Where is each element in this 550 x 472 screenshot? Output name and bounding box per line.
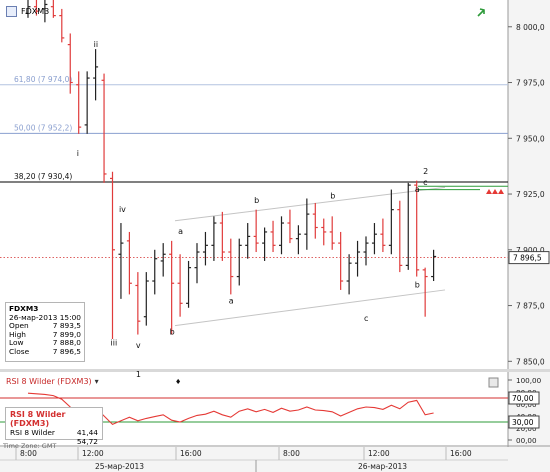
rsi-legend-value-prev: 54,72 [76,437,98,446]
rsi-legend-panel: RSI 8 Wilder (FDXM3) RSI 8 Wilder 41,44 … [5,407,103,446]
chart-background [0,0,550,472]
rsi-legend-row: RSI 8 Wilder 41,44 [10,428,98,437]
time-tick-label: 12:00 [82,449,104,458]
rsi-tick-label: 00,00 [516,436,537,445]
price-tick-label: 7 950,0 [516,134,545,143]
symbol-checkbox[interactable] [6,5,17,17]
panel-separator [0,369,550,372]
wave-label: i [77,149,79,158]
rsi-legend-value-current: 41,44 [76,428,98,437]
rsi-tick-label: 100,00 [516,376,542,385]
date-label: 25-мар-2013 [95,462,144,471]
fib-level-label: 38,20 (7 930,4) [14,172,72,181]
symbol-title: FDXM3 [21,6,50,16]
fib-level-label: 61,80 (7 974,0) [14,75,72,84]
price-tick-label: 7 875,0 [516,302,545,311]
rsi-legend-label: RSI 8 Wilder [10,428,55,437]
wave-label: 2 [423,167,428,176]
wave-label: iii [111,339,118,348]
wave-label: b [170,328,175,337]
wave-label: v [136,341,141,350]
wave-label: 1 [136,370,141,379]
wave-label: a [415,185,420,194]
price-tick-label: 7 925,0 [516,190,545,199]
chart-canvas[interactable]: 8 000,07 975,07 950,07 925,07 900,07 875… [0,0,550,472]
ohlc-row-close: Close 7 896,5 [9,346,81,356]
fib-level-label: 50,00 (7 952,2) [14,123,72,132]
rsi-panel-header[interactable]: RSI 8 Wilder (FDXM3) ▾ [6,377,99,386]
rsi-level-label: 30,00 [512,418,534,427]
price-tick-label: 8 000,0 [516,23,545,32]
wave-label: b [254,196,259,205]
date-label: 26-мар-2013 [358,462,407,471]
wave-label: a [178,227,183,236]
wave-label: b [330,191,335,200]
chart-window: 8 000,0 7 975,0 7 950,0 7 925,0 7 900,0 7 875… [0,0,550,472]
rsi-level-label: 70,00 [512,394,534,403]
price-tick-label: 7 975,0 [516,79,545,88]
rsi-settings-icon [488,377,499,388]
chevron-down-icon[interactable]: ▾ [95,377,99,386]
rsi-marker-icon: ♦ [175,378,181,386]
wave-label: iv [119,205,126,214]
rsi-legend-title: RSI 8 Wilder (FDXM3) [10,410,66,428]
wave-label: c [423,178,427,187]
time-tick-label: 12:00 [368,449,390,458]
time-tick-label: 16:00 [180,449,202,458]
time-tick-label: 16:00 [450,449,472,458]
current-price-value: 7 896,5 [513,254,542,263]
time-tick-label: 8:00 [283,449,300,458]
wave-label: ii [94,40,98,49]
wave-label: b [415,281,420,290]
time-zone-label: Time Zone: GMT [3,442,57,450]
wave-label: a [229,296,234,305]
price-panel-header: FDXM3 [6,4,49,18]
ohlc-info-panel: FDXM3 26-мар-2013 15:00 Open 7 893,5 High… [5,302,85,362]
time-tick-label: 8:00 [20,449,37,458]
price-tick-label: 7 850,0 [516,357,545,366]
wave-label: c [364,314,368,323]
rsi-title: RSI 8 Wilder (FDXM3) [6,377,92,386]
